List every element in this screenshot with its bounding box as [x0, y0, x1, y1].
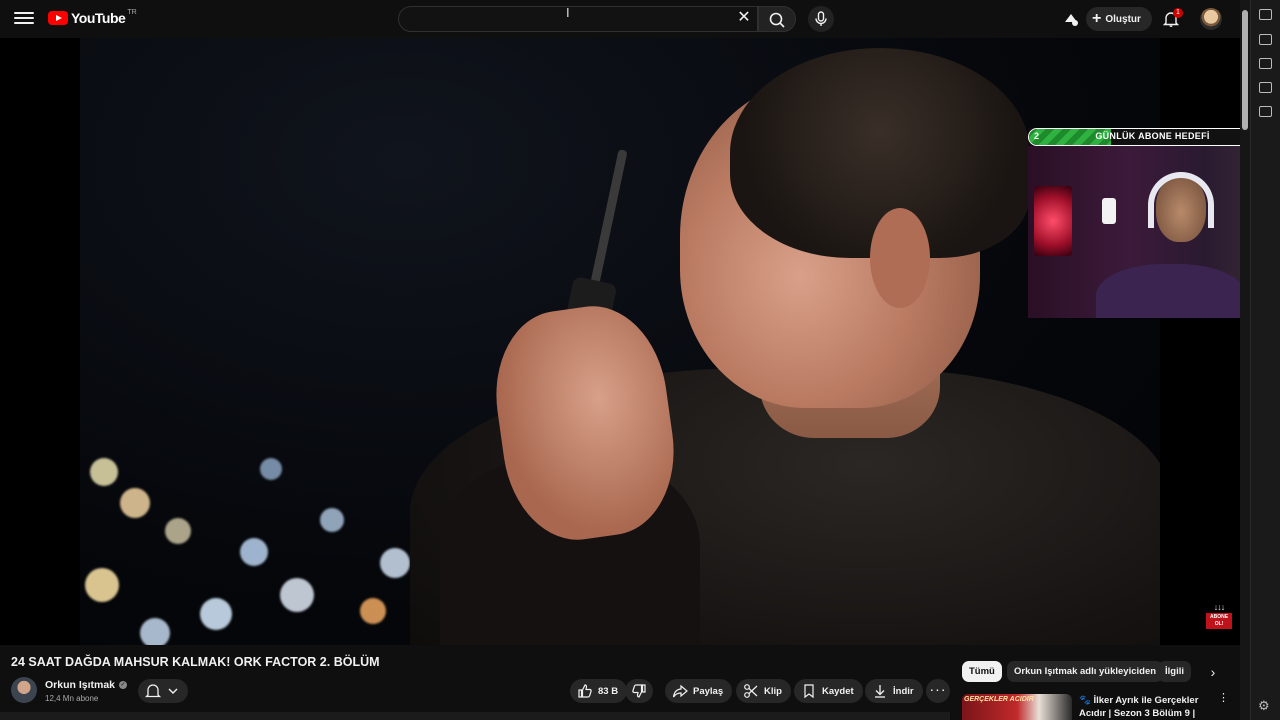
create-icon[interactable]	[1062, 10, 1080, 28]
chevron-down-icon	[168, 688, 178, 694]
extension-icon[interactable]	[1259, 9, 1272, 20]
close-icon[interactable]: ✕	[736, 10, 752, 26]
channel-name-row[interactable]: Orkun Işıtmak ✓	[45, 679, 128, 691]
plus-icon: +	[1092, 10, 1102, 27]
chevron-right-icon[interactable]: ›	[1205, 664, 1221, 680]
extension-icon[interactable]	[1259, 34, 1272, 45]
like-button[interactable]: 83 B	[570, 679, 628, 703]
share-label: Paylaş	[693, 685, 724, 697]
thumbs-up-icon	[578, 684, 592, 698]
bokeh-light	[140, 618, 170, 645]
top-bar: YouTube TR I ✕ + Oluştur 1	[0, 0, 1240, 38]
text-cursor-icon: I	[566, 5, 570, 20]
subscribe-tag: ABONE OL!	[1206, 613, 1232, 629]
streamer-body	[1096, 264, 1246, 318]
gear-icon[interactable]: ⚙	[1258, 698, 1272, 713]
search-input[interactable]	[398, 6, 758, 32]
bookmark-icon	[804, 684, 814, 699]
headset-icon	[1148, 172, 1214, 228]
bokeh-light	[240, 538, 268, 566]
mic-icon	[815, 11, 827, 26]
extension-icon[interactable]	[1259, 82, 1272, 93]
clip-button[interactable]: Klip	[736, 679, 791, 703]
save-button[interactable]: Kaydet	[794, 679, 863, 703]
clip-label: Klip	[764, 685, 782, 697]
bokeh-light	[320, 508, 344, 532]
share-button[interactable]: Paylaş	[665, 679, 733, 703]
share-icon	[672, 684, 688, 698]
more-actions-button[interactable]: ···	[926, 679, 950, 703]
video-title: 24 SAAT DAĞDA MAHSUR KALMAK! ORK FACTOR …	[11, 655, 380, 669]
subscriber-count: 12,4 Mn abone	[45, 694, 99, 703]
scissors-icon	[744, 684, 758, 698]
goal-title: GÜNLÜK ABONE HEDEFİ	[1095, 131, 1210, 141]
extension-icon[interactable]	[1259, 58, 1272, 69]
download-button[interactable]: İndir	[865, 679, 923, 703]
subscribe-overlay[interactable]: ↓↓↓ ABONE OL!	[1206, 602, 1232, 632]
menu-icon[interactable]	[14, 9, 34, 29]
download-label: İndir	[893, 685, 914, 697]
bell-icon	[144, 684, 178, 698]
channel-name[interactable]: Orkun Işıtmak	[45, 679, 115, 691]
video-frame[interactable]	[80, 38, 1160, 645]
scrollbar-thumb[interactable]	[1242, 10, 1248, 130]
chip-from-uploader[interactable]: Orkun Işıtmak adlı yükleyiciden	[1007, 661, 1164, 682]
channel-avatar[interactable]	[11, 677, 37, 703]
microphone	[1102, 198, 1116, 224]
bokeh-light	[120, 488, 150, 518]
man-ear	[870, 208, 930, 308]
subscription-bell-button[interactable]	[138, 679, 188, 703]
recommendation-title[interactable]: 🐾 İlker Ayrık ile Gerçekler Acıdır | Sez…	[1079, 694, 1219, 720]
bokeh-light	[260, 458, 282, 480]
save-label: Kaydet	[822, 685, 854, 697]
arrows-icon: ↓↓↓	[1213, 602, 1226, 612]
bokeh-light	[85, 568, 119, 602]
like-count: 83 B	[598, 685, 619, 697]
search-button[interactable]	[758, 6, 796, 32]
voice-search-button[interactable]	[808, 6, 834, 32]
bokeh-light	[360, 598, 386, 624]
create-button[interactable]: + Oluştur	[1086, 7, 1152, 31]
pc-case	[1034, 186, 1072, 256]
more-vert-icon[interactable]: ⋮	[1218, 693, 1229, 710]
logo-region: TR	[127, 8, 137, 16]
thumbnail-text: GERÇEKLER ACIDIR	[964, 696, 1034, 703]
bokeh-light	[90, 458, 118, 486]
bokeh-light	[380, 548, 410, 578]
comments-divider	[0, 712, 950, 720]
chip-all[interactable]: Tümü	[962, 661, 1002, 682]
bokeh-light	[280, 578, 314, 612]
logo-text: YouTube	[71, 10, 126, 26]
download-icon	[875, 685, 885, 698]
extension-rail	[1250, 0, 1280, 720]
create-label: Oluştur	[1105, 13, 1141, 25]
play-logo-icon	[48, 11, 68, 25]
bokeh-light	[200, 598, 232, 630]
avatar[interactable]	[1200, 8, 1222, 30]
bokeh-light	[165, 518, 191, 544]
chip-related[interactable]: İlgili	[1158, 661, 1191, 682]
notification-badge: 1	[1173, 8, 1183, 18]
verified-icon: ✓	[119, 681, 128, 689]
search-icon	[769, 12, 785, 28]
dislike-button[interactable]	[625, 679, 653, 703]
youtube-logo[interactable]: YouTube TR	[48, 8, 137, 26]
recommendation-thumbnail[interactable]: GERÇEKLER ACIDIR	[962, 694, 1072, 720]
extension-icon[interactable]	[1259, 106, 1272, 117]
thumbs-down-icon	[632, 684, 646, 698]
